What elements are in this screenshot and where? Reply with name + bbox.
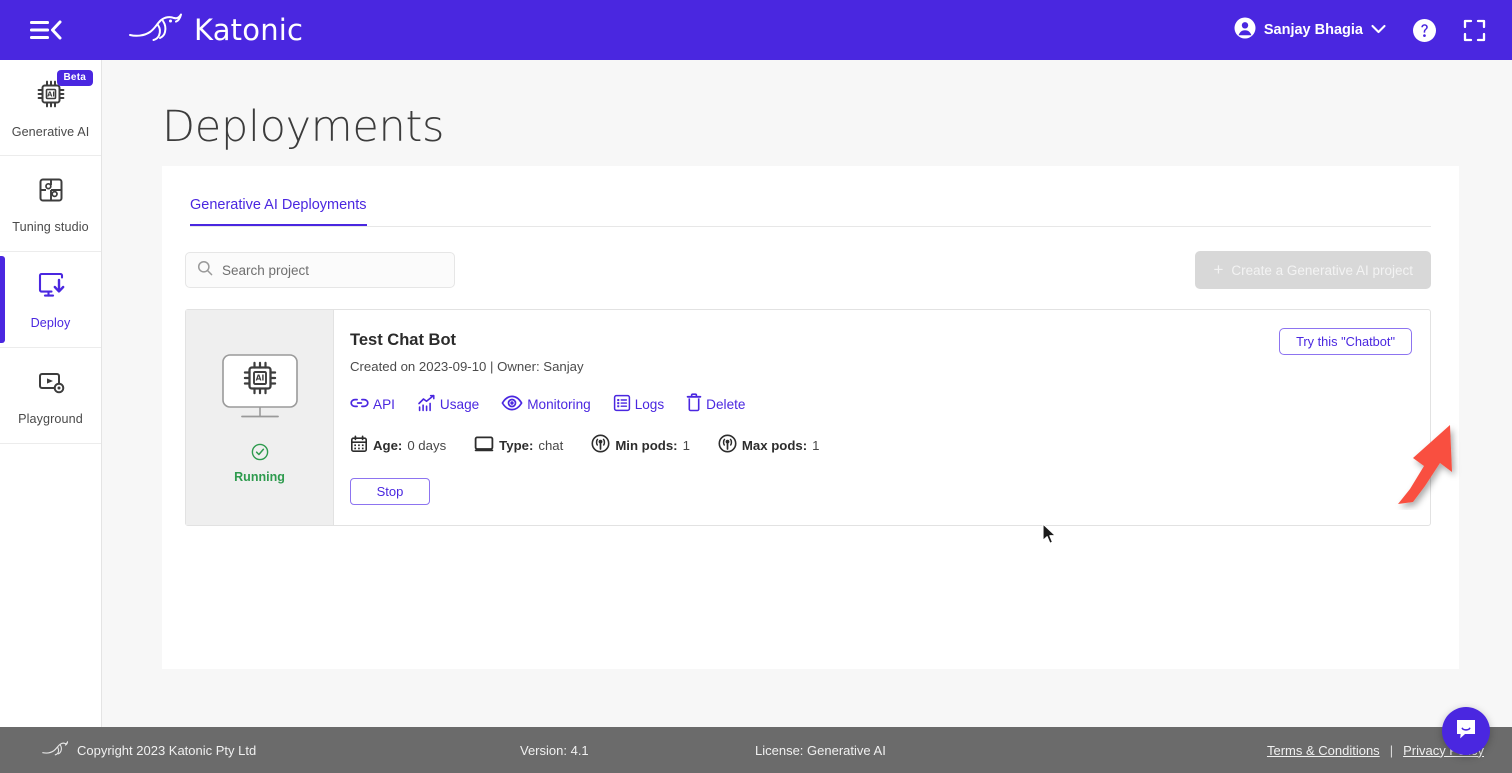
footer-license: License: Generative AI [755,742,886,758]
play-settings-icon [35,366,67,403]
chat-widget-button[interactable] [1442,707,1490,755]
meta-key: Age: [373,437,403,453]
main-content: Deployments Generative AI Deployments Se… [102,60,1512,727]
ai-monitor-icon: AI [218,352,302,429]
deployment-subtitle: Created on 2023-09-10 | Owner: Sanjay [350,359,584,374]
create-button-label: Create a Generative AI project [1231,262,1413,278]
kangaroo-logo-icon [40,739,69,761]
meta-value: 1 [812,437,820,453]
meta-value: 1 [682,437,690,453]
kangaroo-logo-icon [122,11,188,50]
list-document-icon [613,394,631,415]
action-delete[interactable]: Delete [686,393,745,415]
sidebar-item-label: Tuning studio [12,219,89,234]
tab-generative-ai-deployments[interactable]: Generative AI Deployments [190,197,367,227]
header-right-group: Sanjay Bhagia [1234,17,1486,44]
meta-key: Type: [499,437,534,453]
action-logs[interactable]: Logs [613,394,664,415]
help-circle-icon[interactable] [1412,18,1437,43]
toolbar: + Create a Generative AI project [162,228,1459,289]
deploy-download-icon [35,270,67,307]
action-label: Monitoring [527,396,591,412]
tab-bar: Generative AI Deployments [162,166,1459,227]
beta-badge: Beta [56,70,93,86]
user-name-label: Sanjay Bhagia [1263,22,1363,38]
sidebar-item-generative-ai[interactable]: Beta AI Generative AI [0,60,101,156]
sidebar-item-label: Playground [18,411,83,426]
svg-text:AI: AI [47,90,55,98]
fullscreen-expand-icon[interactable] [1463,19,1486,42]
meta-age: Age: 0 days [350,435,446,456]
meta-key: Max pods: [741,437,808,453]
puzzle-icon [35,174,67,211]
calendar-icon [350,435,368,456]
sidebar-item-playground[interactable]: Playground [0,348,101,444]
status-badge: Running [234,443,285,484]
sidebar-item-label: Deploy [30,315,71,330]
plus-icon: + [1213,259,1224,279]
stop-button[interactable]: Stop [350,478,430,505]
deployment-meta: Age: 0 days Type: chat Min pods: 1 Max p… [350,434,1406,456]
deployment-details: Test Chat Bot Created on 2023-09-10 | Ow… [334,310,1430,525]
search-box[interactable] [185,252,455,288]
page-title: Deployments [162,102,445,152]
chart-bars-icon [417,394,436,415]
meta-value: chat [538,437,564,453]
meta-value: 0 days [407,437,447,453]
chevron-down-icon[interactable] [1371,21,1386,39]
deployment-title: Test Chat Bot [350,331,457,349]
user-avatar-icon [1234,17,1256,44]
action-usage[interactable]: Usage [417,394,479,415]
sidebar-item-tuning-studio[interactable]: Tuning studio [0,156,101,252]
deployment-actions: API Usage Monitoring Logs Delete [350,393,1406,415]
meta-key: Min pods: [615,437,678,453]
sidebar-item-deploy[interactable]: Deploy [0,252,101,348]
trash-icon [686,393,702,415]
check-circle-icon [251,443,269,466]
create-generative-ai-project-button[interactable]: + Create a Generative AI project [1195,251,1431,289]
action-label: Delete [706,396,746,412]
brand-logo[interactable]: Katonic [122,11,303,50]
body-row: Beta AI Generative AI Tuning studio Depl… [0,60,1512,727]
monitor-icon [474,435,494,456]
user-menu-button[interactable]: Sanjay Bhagia [1234,17,1386,44]
search-input[interactable] [222,262,443,278]
eye-icon [501,395,523,414]
tab-divider [190,226,1431,227]
page-footer: Copyright 2023 Katonic Pty Ltd Version: … [0,727,1512,773]
footer-copyright: Copyright 2023 Katonic Pty Ltd [77,742,257,758]
sidebar-item-label: Generative AI [11,124,90,139]
meta-type: Type: chat [474,435,563,456]
search-icon [197,260,213,281]
deployment-card: AI Running Test Chat Bot Created on 2023… [185,309,1431,526]
meta-min-pods: Min pods: 1 [591,434,690,456]
status-label: Running [234,469,285,484]
action-label: API [373,396,395,412]
pods-signal-icon [591,434,610,456]
meta-max-pods: Max pods: 1 [718,434,820,456]
chat-bubble-smile-icon [1453,716,1479,747]
link-icon [350,395,369,414]
try-chatbot-button[interactable]: Try this "Chatbot" [1279,328,1412,355]
top-header: Katonic Sanjay Bhagia [0,0,1512,60]
deployment-thumbnail-panel: AI Running [186,310,334,525]
action-label: Logs [634,396,665,412]
action-api[interactable]: API [350,395,395,414]
sidebar-nav: Beta AI Generative AI Tuning studio Depl… [0,60,102,727]
svg-text:AI: AI [255,373,264,382]
action-label: Usage [439,396,480,412]
pods-signal-icon [718,434,737,456]
app-root: Katonic Sanjay Bhagia Beta AI Generative… [0,0,1512,773]
hamburger-collapse-icon[interactable] [30,17,64,43]
action-monitoring[interactable]: Monitoring [501,395,591,414]
footer-link-separator: | [1389,742,1394,758]
terms-and-conditions-link[interactable]: Terms & Conditions [1267,743,1380,758]
footer-version: Version: 4.1 [520,742,589,758]
brand-name: Katonic [194,13,304,47]
content-panel: Generative AI Deployments Search project… [162,166,1459,669]
footer-copyright-group: Copyright 2023 Katonic Pty Ltd [0,739,256,761]
